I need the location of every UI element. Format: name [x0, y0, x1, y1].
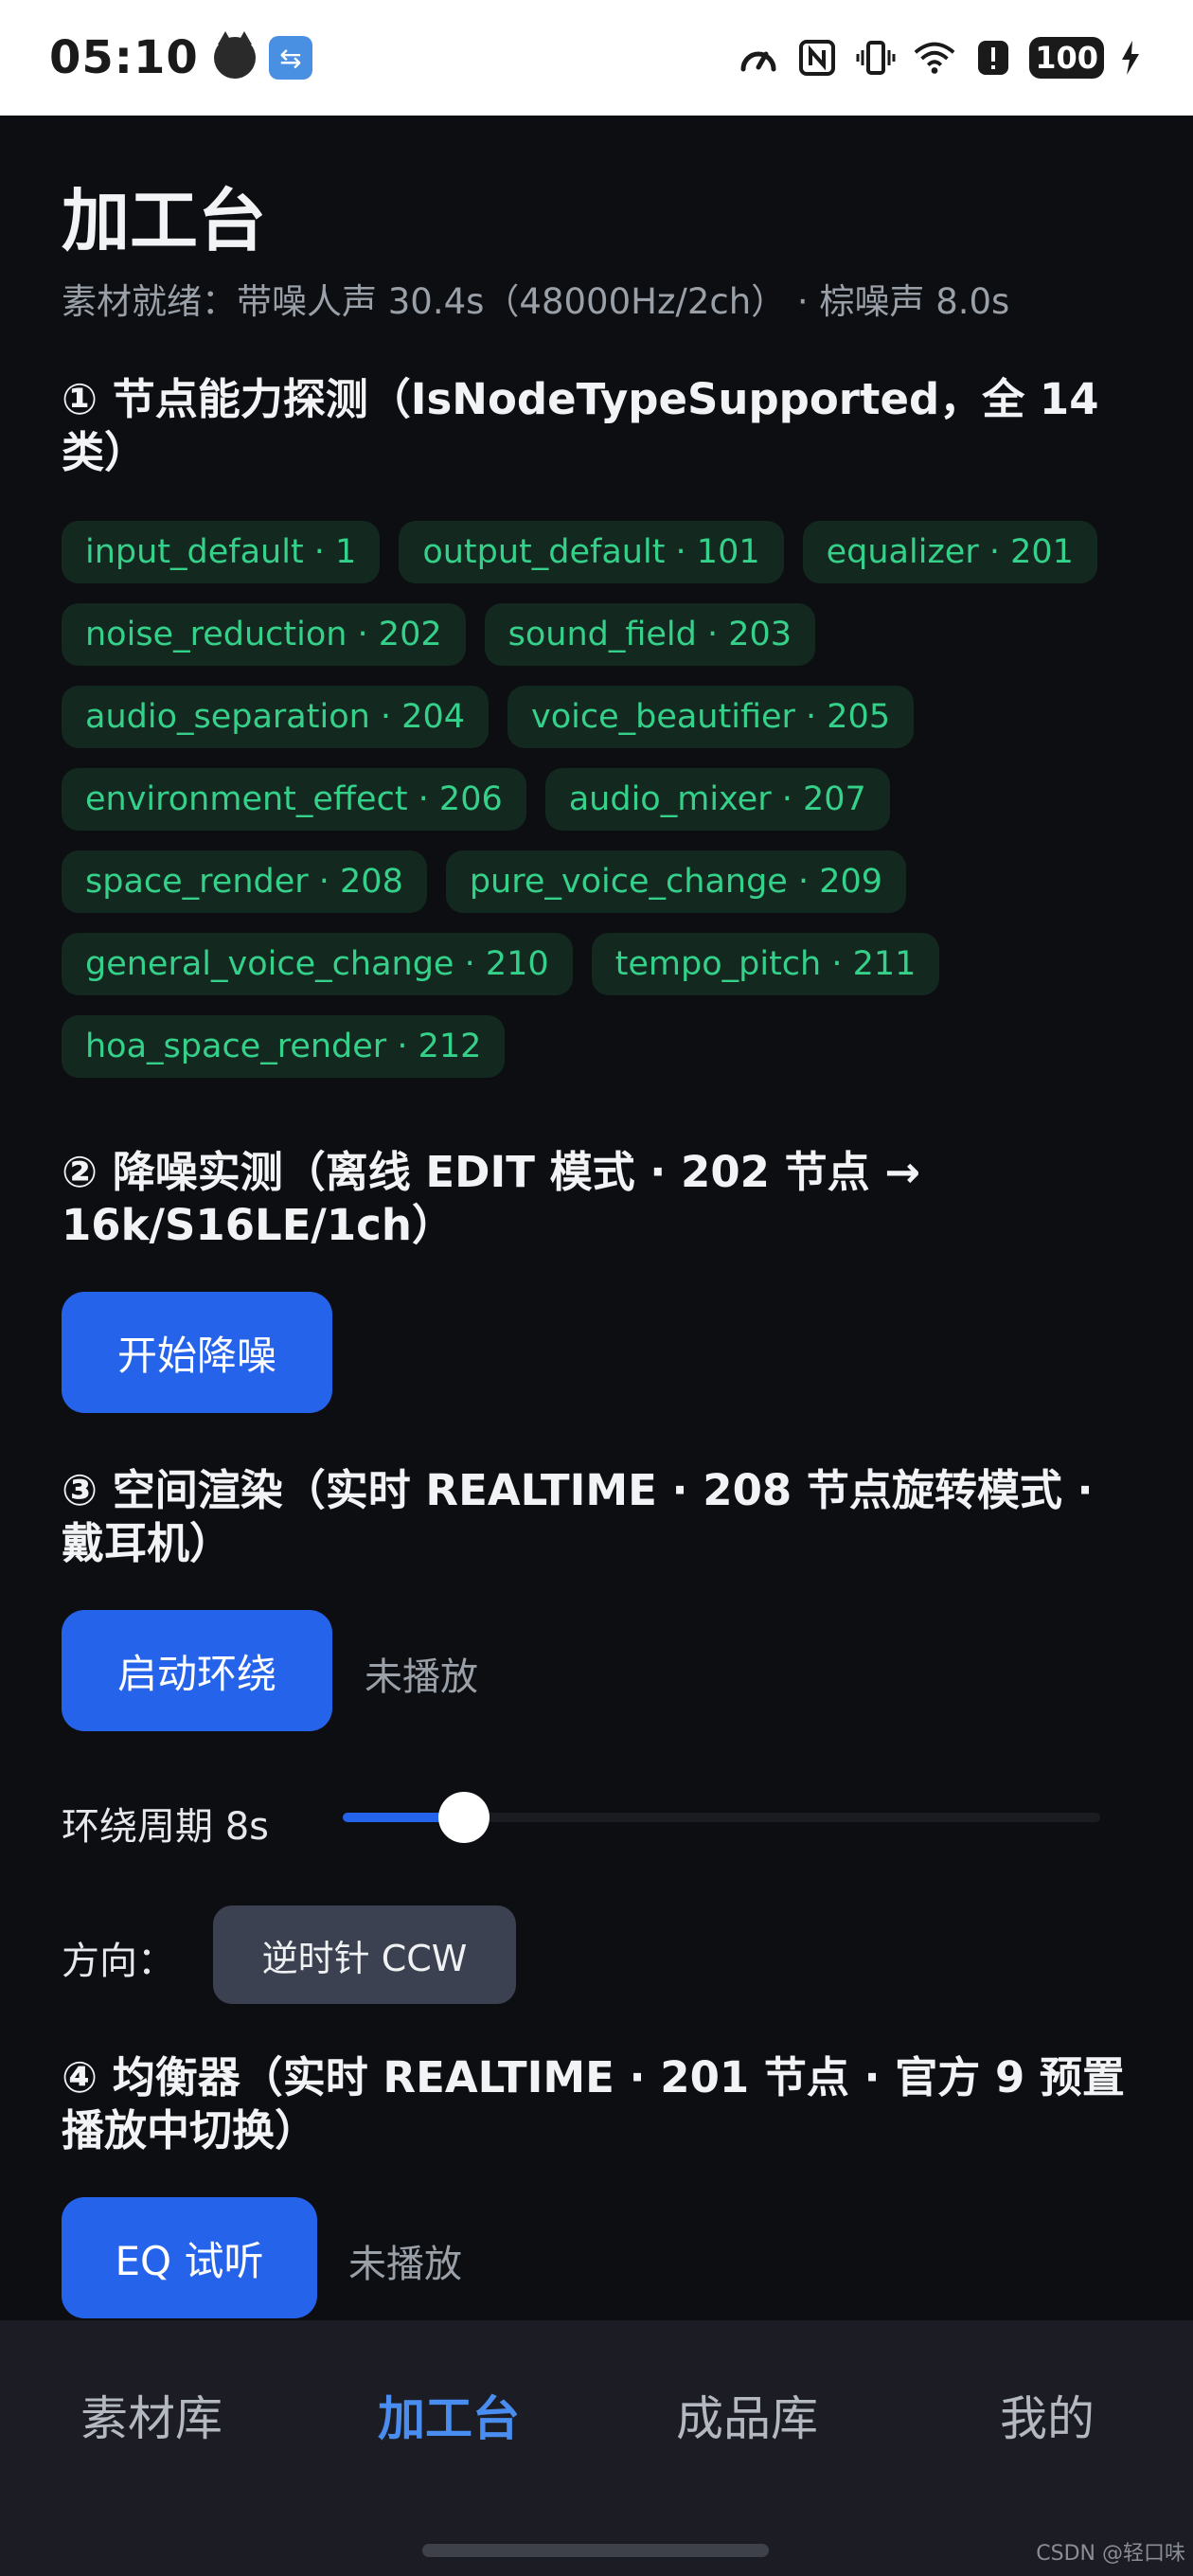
section-noise-reduction-title: ② 降噪实测（离线 EDIT 模式 · 202 节点 → 16k/S16LE/1…	[62, 1147, 921, 1250]
surround-playback-status: 未播放	[365, 1655, 478, 1699]
tab-workbench[interactable]: 加工台	[378, 2381, 520, 2449]
speedometer-icon	[736, 37, 781, 79]
vibrate-icon	[853, 37, 899, 79]
eq-preview-button[interactable]: EQ 试听	[62, 2197, 317, 2318]
node-type-chip: audio_mixer · 207	[544, 768, 890, 831]
start-surround-button[interactable]: 启动环绕	[62, 1610, 332, 1731]
cat-avatar-icon	[213, 31, 256, 79]
workbench-content[interactable]: 加工台 素材就绪：带噪人声 30.4s（48000Hz/2ch） · 棕噪声 8…	[0, 116, 1193, 2320]
node-type-chip: tempo_pitch · 211	[591, 933, 940, 995]
status-bar: 05:10 ⇆ 100	[0, 0, 1193, 116]
surround-period-label: 环绕周期 8s	[62, 1805, 270, 1849]
node-type-chip: hoa_space_render · 212	[62, 1015, 506, 1078]
battery-indicator: 100	[1029, 37, 1104, 79]
node-type-chip: space_render · 208	[62, 850, 427, 913]
alert-icon	[970, 37, 1016, 79]
tab-product-library[interactable]: 成品库	[676, 2381, 818, 2449]
material-ready-status: 素材就绪：带噪人声 30.4s（48000Hz/2ch） · 棕噪声 8.0s	[62, 281, 1010, 322]
node-type-chip: general_voice_change · 210	[62, 933, 573, 995]
page-title: 加工台	[62, 181, 267, 260]
bottom-tab-bar: 素材库 加工台 成品库 我的 CSDN @轻口味	[0, 2320, 1193, 2576]
status-time: 05:10	[49, 31, 199, 84]
node-type-chip: output_default · 101	[399, 521, 784, 583]
usb-icon: ⇆	[268, 36, 312, 80]
direction-toggle-button[interactable]: 逆时针 CCW	[213, 1905, 516, 2004]
node-type-chip: environment_effect · 206	[62, 768, 526, 831]
wifi-icon	[912, 37, 957, 79]
node-type-chip: sound_field · 203	[484, 603, 816, 666]
home-indicator[interactable]	[422, 2544, 769, 2557]
node-type-chip: input_default · 1	[62, 521, 381, 583]
tab-material-library[interactable]: 素材库	[80, 2381, 223, 2449]
section-node-probe-title: ① 节点能力探测（IsNodeTypeSupported，全 14 类）	[62, 374, 1099, 477]
node-type-chip: audio_separation · 204	[62, 686, 489, 748]
charging-icon	[1117, 37, 1144, 79]
section-equalizer-title: ④ 均衡器（实时 REALTIME · 201 节点 · 官方 9 预置播放中切…	[62, 2052, 1125, 2156]
status-left-icons: ⇆	[213, 31, 312, 80]
node-type-chip: equalizer · 201	[802, 521, 1097, 583]
watermark: CSDN @轻口味	[1036, 2542, 1185, 2566]
node-type-chip: pure_voice_change · 209	[445, 850, 907, 913]
node-type-chip: noise_reduction · 202	[62, 603, 466, 666]
node-type-chip: voice_beautifier · 205	[507, 686, 915, 748]
eq-playback-status: 未播放	[348, 2243, 462, 2286]
tab-mine[interactable]: 我的	[1000, 2381, 1095, 2449]
slider-thumb[interactable]	[438, 1792, 490, 1843]
direction-label: 方向：	[62, 1940, 175, 1983]
status-right-icons: 100	[736, 37, 1144, 79]
section-space-render-title: ③ 空间渲染（实时 REALTIME · 208 节点旋转模式 · 戴耳机）	[62, 1465, 1094, 1568]
nfc-icon	[794, 37, 840, 79]
node-type-chip-list: input_default · 1 output_default · 101 equ…	[62, 521, 1131, 1078]
start-noise-reduction-button[interactable]: 开始降噪	[62, 1292, 332, 1413]
surround-period-slider[interactable]	[343, 1792, 1100, 1843]
